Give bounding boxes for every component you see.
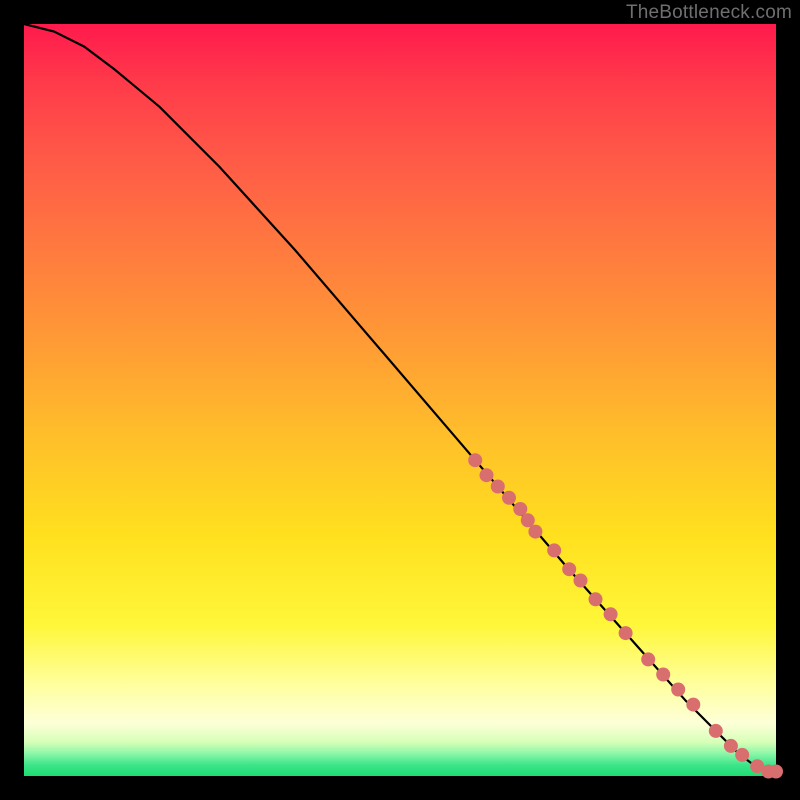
- data-point: [671, 683, 685, 697]
- data-point: [562, 562, 576, 576]
- data-point: [619, 626, 633, 640]
- data-point: [656, 668, 670, 682]
- data-point: [641, 652, 655, 666]
- plot-area: [24, 24, 776, 776]
- data-point: [686, 698, 700, 712]
- curve-line: [24, 24, 776, 772]
- marker-group: [468, 453, 783, 778]
- chart-frame: TheBottleneck.com: [0, 0, 800, 800]
- chart-svg: [24, 24, 776, 776]
- data-point: [480, 468, 494, 482]
- data-point: [574, 574, 588, 588]
- data-point: [547, 543, 561, 557]
- data-point: [604, 607, 618, 621]
- data-point: [528, 525, 542, 539]
- data-point: [491, 480, 505, 494]
- watermark-text: TheBottleneck.com: [626, 2, 792, 24]
- data-point: [502, 491, 516, 505]
- data-point: [468, 453, 482, 467]
- data-point: [709, 724, 723, 738]
- data-point: [769, 765, 783, 779]
- data-point: [724, 739, 738, 753]
- data-point: [589, 592, 603, 606]
- data-point: [735, 748, 749, 762]
